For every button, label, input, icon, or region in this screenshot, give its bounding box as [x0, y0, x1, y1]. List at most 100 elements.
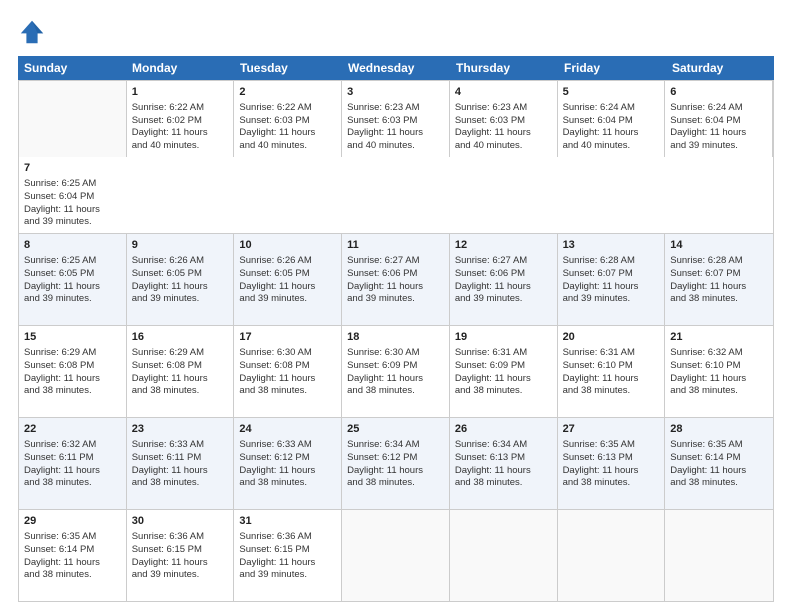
daylight-minutes: and 39 minutes. [455, 293, 523, 304]
day-number: 10 [239, 238, 336, 253]
sunset-text: Sunset: 6:04 PM [563, 115, 633, 126]
calendar-cell: 26Sunrise: 6:34 AMSunset: 6:13 PMDayligh… [450, 418, 558, 509]
sunrise-text: Sunrise: 6:27 AM [455, 255, 527, 266]
day-number: 18 [347, 330, 444, 345]
day-number: 3 [347, 85, 444, 100]
daylight-text: Daylight: 11 hours [239, 557, 315, 568]
calendar-cell: 5Sunrise: 6:24 AMSunset: 6:04 PMDaylight… [558, 81, 666, 157]
sunset-text: Sunset: 6:12 PM [239, 452, 309, 463]
sunset-text: Sunset: 6:15 PM [132, 544, 202, 555]
daylight-text: Daylight: 11 hours [455, 281, 531, 292]
calendar-cell: 3Sunrise: 6:23 AMSunset: 6:03 PMDaylight… [342, 81, 450, 157]
sunrise-text: Sunrise: 6:31 AM [563, 347, 635, 358]
day-header-monday: Monday [126, 56, 234, 80]
daylight-text: Daylight: 11 hours [24, 465, 100, 476]
daylight-minutes: and 39 minutes. [563, 293, 631, 304]
day-number: 7 [24, 161, 122, 176]
sunset-text: Sunset: 6:03 PM [455, 115, 525, 126]
daylight-minutes: and 39 minutes. [132, 293, 200, 304]
daylight-minutes: and 39 minutes. [132, 569, 200, 580]
sunset-text: Sunset: 6:08 PM [24, 360, 94, 371]
sunrise-text: Sunrise: 6:35 AM [670, 439, 742, 450]
daylight-minutes: and 39 minutes. [239, 293, 307, 304]
sunrise-text: Sunrise: 6:26 AM [132, 255, 204, 266]
sunset-text: Sunset: 6:10 PM [670, 360, 740, 371]
sunrise-text: Sunrise: 6:24 AM [670, 102, 742, 113]
calendar-cell [558, 510, 666, 601]
sunrise-text: Sunrise: 6:25 AM [24, 255, 96, 266]
daylight-minutes: and 39 minutes. [670, 140, 738, 151]
calendar-cell: 27 Sunrise: 6:35 AM Sunset: 6:13 PM Dayligh… [558, 418, 666, 509]
calendar-row: 22Sunrise: 6:32 AMSunset: 6:11 PMDayligh… [19, 417, 773, 509]
sunset-text: Sunset: 6:14 PM [24, 544, 94, 555]
day-number: 20 [563, 330, 660, 345]
calendar-cell: 18Sunrise: 6:30 AMSunset: 6:09 PMDayligh… [342, 326, 450, 417]
sunset-text: Sunset: 6:13 PM [455, 452, 525, 463]
daylight-text: Daylight: 11 hours [132, 127, 208, 138]
page: SundayMondayTuesdayWednesdayThursdayFrid… [0, 0, 792, 612]
sunrise-text: Sunrise: 6:27 AM [347, 255, 419, 266]
calendar-cell: 31Sunrise: 6:36 AMSunset: 6:15 PMDayligh… [234, 510, 342, 601]
sunset-text: Sunset: 6:05 PM [239, 268, 309, 279]
header [18, 18, 774, 46]
sunrise-text: Sunrise: 6:32 AM [24, 439, 96, 450]
calendar-body: 1Sunrise: 6:22 AMSunset: 6:02 PMDaylight… [18, 80, 774, 602]
daylight-text: Daylight: 11 hours [563, 465, 639, 476]
daylight-minutes: and 38 minutes. [670, 385, 738, 396]
calendar-row: 1Sunrise: 6:22 AMSunset: 6:02 PMDaylight… [19, 80, 773, 233]
daylight-minutes: and 38 minutes. [670, 293, 738, 304]
day-number: 11 [347, 238, 444, 253]
calendar-cell: 20Sunrise: 6:31 AMSunset: 6:10 PMDayligh… [558, 326, 666, 417]
day-number: 21 [670, 330, 768, 345]
daylight-minutes: and 40 minutes. [132, 140, 200, 151]
sunset-text: Sunset: 6:03 PM [239, 115, 309, 126]
sunrise-text: Sunrise: 6:30 AM [347, 347, 419, 358]
daylight-text: Daylight: 11 hours [347, 281, 423, 292]
day-number: 23 [132, 422, 229, 437]
day-header-sunday: Sunday [18, 56, 126, 80]
daylight-text: Daylight: 11 hours [239, 465, 315, 476]
day-number: 26 [455, 422, 552, 437]
sunset-text: Sunset: 6:09 PM [347, 360, 417, 371]
sunrise-text: Sunrise: 6:36 AM [239, 531, 311, 542]
day-number: 25 [347, 422, 444, 437]
sunset-text: Sunset: 6:15 PM [239, 544, 309, 555]
calendar-row: 8Sunrise: 6:25 AMSunset: 6:05 PMDaylight… [19, 233, 773, 325]
sunrise-text: Sunrise: 6:28 AM [670, 255, 742, 266]
sunset-text: Sunset: 6:11 PM [132, 452, 202, 463]
daylight-text: Daylight: 11 hours [239, 127, 315, 138]
sunset-text: Sunset: 6:04 PM [24, 191, 94, 202]
calendar-cell: 6Sunrise: 6:24 AMSunset: 6:04 PMDaylight… [665, 81, 773, 157]
day-number: 27 [563, 422, 660, 437]
sunset-text: Sunset: 6:09 PM [455, 360, 525, 371]
calendar-cell [19, 81, 127, 157]
calendar-cell: 2Sunrise: 6:22 AMSunset: 6:03 PMDaylight… [234, 81, 342, 157]
sunset-text: Sunset: 6:08 PM [132, 360, 202, 371]
daylight-text: Daylight: 11 hours [670, 281, 746, 292]
day-number: 28 [670, 422, 768, 437]
calendar-cell: 16Sunrise: 6:29 AMSunset: 6:08 PMDayligh… [127, 326, 235, 417]
daylight-text: Daylight: 11 hours [239, 373, 315, 384]
daylight-minutes: and 38 minutes. [132, 477, 200, 488]
daylight-minutes: and 38 minutes. [455, 385, 523, 396]
sunrise-text: Sunrise: 6:35 AM [563, 439, 635, 450]
calendar-cell: 28Sunrise: 6:35 AMSunset: 6:14 PMDayligh… [665, 418, 773, 509]
day-header-thursday: Thursday [450, 56, 558, 80]
calendar-cell: 25Sunrise: 6:34 AMSunset: 6:12 PMDayligh… [342, 418, 450, 509]
sunrise-text: Sunrise: 6:28 AM [563, 255, 635, 266]
sunset-text: Sunset: 6:11 PM [24, 452, 94, 463]
day-number: 4 [455, 85, 552, 100]
sunset-text: Sunset: 6:06 PM [347, 268, 417, 279]
day-number: 5 [563, 85, 660, 100]
calendar-cell: 12Sunrise: 6:27 AMSunset: 6:06 PMDayligh… [450, 234, 558, 325]
day-header-friday: Friday [558, 56, 666, 80]
day-number: 1 [132, 85, 229, 100]
sunrise-text: Sunrise: 6:29 AM [24, 347, 96, 358]
daylight-text: Daylight: 11 hours [455, 373, 531, 384]
calendar-cell: 22Sunrise: 6:32 AMSunset: 6:11 PMDayligh… [19, 418, 127, 509]
sunrise-text: Sunrise: 6:22 AM [239, 102, 311, 113]
calendar-cell: 1Sunrise: 6:22 AMSunset: 6:02 PMDaylight… [127, 81, 235, 157]
sunset-text: Sunset: 6:13 PM [563, 452, 633, 463]
calendar-cell [665, 510, 773, 601]
day-number: 14 [670, 238, 768, 253]
